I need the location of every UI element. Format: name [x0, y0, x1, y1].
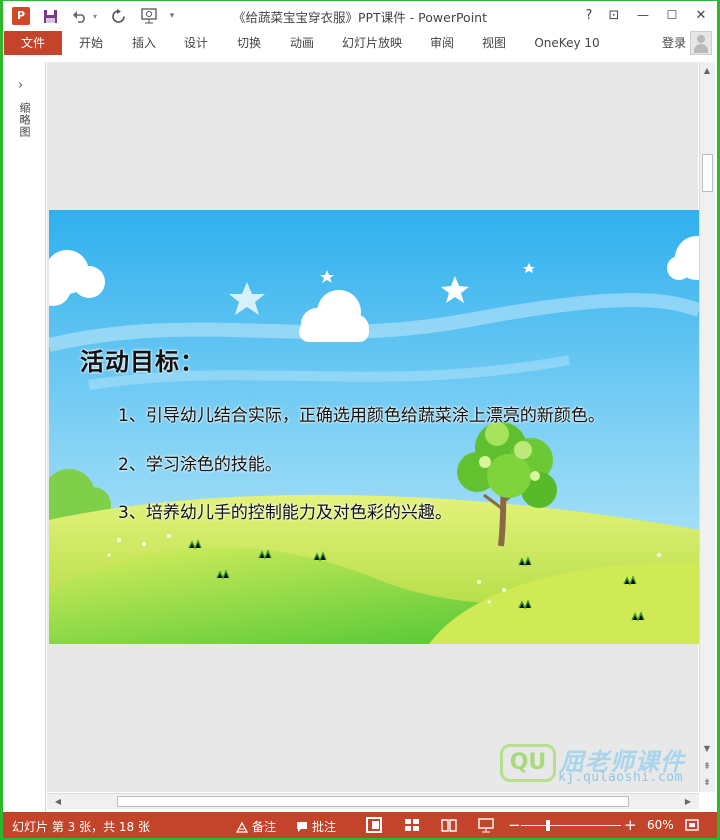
tab-home[interactable]: 开始	[66, 31, 116, 55]
zoom-out-button[interactable]: −	[508, 816, 521, 834]
vertical-scrollbar[interactable]: ▲ ▼ ⇞ ⇟	[699, 62, 715, 792]
vertical-scroll-thumb[interactable]	[702, 154, 713, 192]
tab-file[interactable]: 文件	[4, 31, 62, 55]
thumbnail-pane: › 缩略图	[3, 62, 46, 817]
maximize-icon[interactable]: ☐	[661, 4, 683, 26]
notes-icon	[236, 821, 248, 833]
comments-icon	[297, 821, 307, 832]
scroll-down-arrow-icon[interactable]: ▼	[700, 742, 714, 756]
slideshow-view-icon[interactable]	[478, 817, 494, 833]
slide-canvas[interactable]: 活动目标： 1、引导幼儿结合实际，正确选用颜色给蔬菜涂上漂亮的新颜色。 2、学习…	[49, 210, 699, 644]
tab-slideshow[interactable]: 幻灯片放映	[334, 31, 410, 55]
minimize-icon[interactable]: —	[632, 4, 654, 26]
scroll-left-arrow-icon[interactable]: ◀	[51, 795, 65, 809]
tab-review[interactable]: 审阅	[418, 31, 466, 55]
next-slide-icon[interactable]: ⇟	[700, 776, 714, 790]
normal-view-icon[interactable]	[366, 817, 382, 833]
fit-slide-icon[interactable]	[684, 817, 700, 833]
tab-animations[interactable]: 动画	[278, 31, 326, 55]
expand-thumbnails-chevron-icon[interactable]: ›	[18, 78, 23, 93]
objective-item-3[interactable]: 3、培养幼儿手的控制能力及对色彩的兴趣。	[118, 498, 452, 523]
zoom-slider-knob[interactable]	[546, 820, 550, 831]
zoom-in-button[interactable]: +	[624, 816, 637, 834]
watermark-logo: QU	[500, 744, 556, 782]
title-bar: P ▾ ▾ 《给蔬菜宝宝穿衣服》PPT课件 - PowerPoint ? ⊡ —…	[0, 0, 720, 31]
ribbon-tabs: 文件 开始 插入 设计 切换 动画 幻灯片放映 审阅 视图 OneKey 10 …	[0, 31, 720, 55]
notes-button[interactable]: 备注	[236, 818, 276, 835]
tab-view[interactable]: 视图	[470, 31, 518, 55]
horizontal-scroll-thumb[interactable]	[117, 796, 629, 807]
avatar[interactable]	[690, 31, 712, 55]
close-icon[interactable]: ✕	[690, 4, 712, 26]
scroll-right-arrow-icon[interactable]: ▶	[681, 795, 695, 809]
zoom-slider[interactable]	[521, 825, 621, 826]
help-icon[interactable]: ?	[578, 4, 600, 26]
objective-item-2[interactable]: 2、学习涂色的技能。	[118, 450, 282, 475]
comments-button[interactable]: 批注	[296, 818, 336, 835]
sign-in-link[interactable]: 登录	[662, 31, 686, 55]
scroll-up-arrow-icon[interactable]: ▲	[700, 64, 714, 78]
slide-counter[interactable]: 幻灯片 第 3 张，共 18 张	[12, 818, 150, 835]
slide-heading[interactable]: 活动目标：	[80, 342, 205, 377]
reading-view-icon[interactable]	[441, 817, 457, 833]
ribbon-display-icon[interactable]: ⊡	[603, 4, 625, 26]
status-bar: 幻灯片 第 3 张，共 18 张 备注 批注 − + 60%	[0, 812, 720, 840]
objective-item-1[interactable]: 1、引导幼儿结合实际，正确选用颜色给蔬菜涂上漂亮的新颜色。	[118, 401, 605, 426]
tab-transitions[interactable]: 切换	[225, 31, 273, 55]
slide-sorter-icon[interactable]	[404, 817, 420, 833]
watermark-url: kj.qulaoshi.com	[558, 770, 683, 785]
tab-onekey[interactable]: OneKey 10	[526, 31, 608, 55]
watermark: QU 屈老师课件 kj.qulaoshi.com	[500, 742, 700, 790]
tab-design[interactable]: 设计	[172, 31, 220, 55]
thumbnails-label[interactable]: 缩略图	[16, 102, 32, 138]
horizontal-scrollbar[interactable]: ◀ ▶	[47, 793, 699, 809]
slide-background-illustration	[49, 210, 699, 644]
comments-label: 批注	[312, 820, 337, 834]
notes-label: 备注	[252, 820, 277, 834]
tab-insert[interactable]: 插入	[120, 31, 168, 55]
previous-slide-icon[interactable]: ⇞	[700, 760, 714, 774]
zoom-level[interactable]: 60%	[647, 818, 674, 832]
